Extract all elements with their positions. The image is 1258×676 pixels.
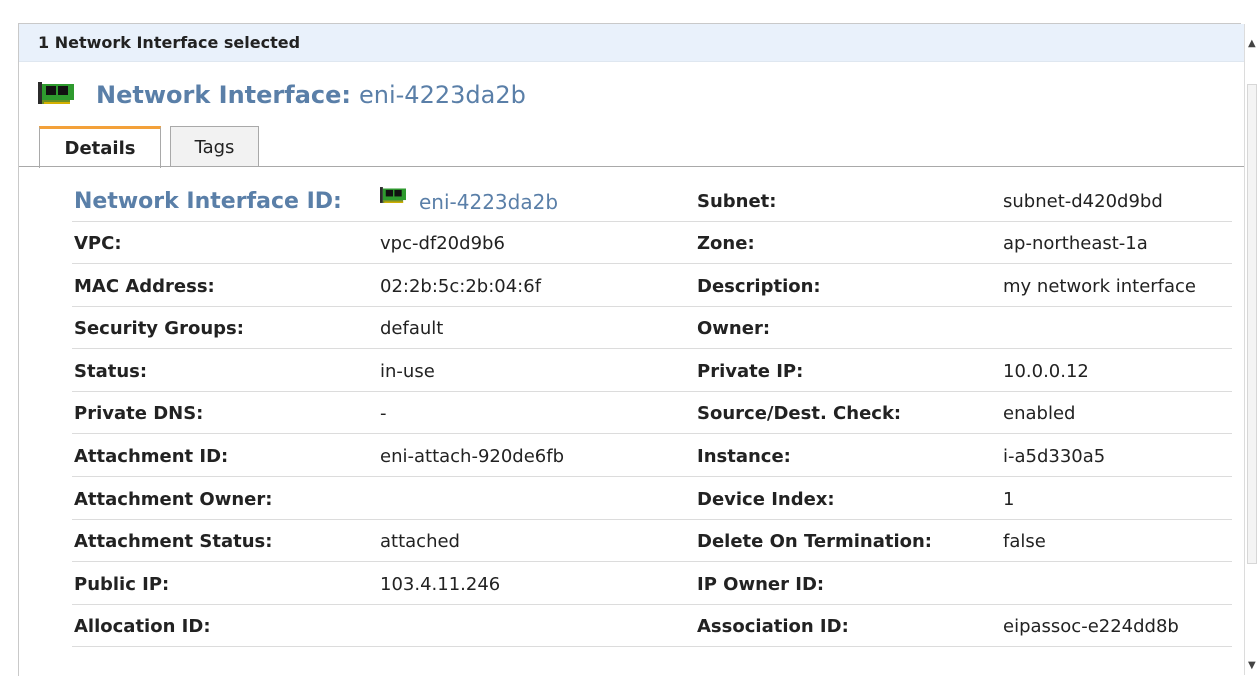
right-row-label: Instance:	[697, 446, 791, 467]
right-row-label: Private IP:	[697, 361, 804, 382]
detail-row: Private IP: 10.0.0.12	[694, 350, 1232, 392]
detail-row: Attachment ID: eni-attach-920de6fb	[72, 435, 694, 477]
detail-row: Delete On Termination: false	[694, 520, 1232, 562]
left-row-value: default	[380, 318, 444, 339]
right-row-value: ap-northeast-1a	[1003, 233, 1148, 254]
right-row-label: Description:	[697, 276, 821, 297]
network-card-icon	[380, 178, 406, 220]
detail-row: Zone: ap-northeast-1a	[694, 222, 1232, 264]
left-row-label: Private DNS:	[74, 403, 204, 424]
left-row-label: Security Groups:	[74, 318, 244, 339]
title-value: eni-4223da2b	[359, 81, 526, 109]
subnet-value: subnet-d420d9bd	[1003, 191, 1163, 212]
right-row-value: eipassoc-e224dd8b	[1003, 616, 1179, 637]
left-row-label: Status:	[74, 361, 148, 382]
right-row-value: enabled	[1003, 403, 1076, 424]
scrollbar-thumb[interactable]	[1247, 84, 1257, 564]
detail-row: Subnet: subnet-d420d9bd	[694, 180, 1232, 222]
subnet-label: Subnet:	[697, 191, 777, 212]
left-row-value: eni-attach-920de6fb	[380, 446, 565, 467]
detail-row: Association ID: eipassoc-e224dd8b	[694, 605, 1232, 647]
title-label: Network Interface:	[96, 81, 351, 109]
right-row-value: my network interface	[1003, 276, 1197, 297]
left-row-label: Attachment Owner:	[74, 489, 273, 510]
right-row-label: IP Owner ID:	[697, 574, 825, 595]
detail-row: Source/Dest. Check: enabled	[694, 392, 1232, 434]
network-interface-id-label: Network Interface ID:	[74, 189, 342, 214]
left-row-label: MAC Address:	[74, 276, 215, 297]
detail-row: Attachment Status: attached	[72, 520, 694, 562]
tab-details-label: Details	[64, 138, 136, 159]
right-row-value: i-a5d330a5	[1003, 446, 1106, 467]
top-strip	[0, 0, 1258, 10]
network-interface-id-value[interactable]: eni-4223da2b	[419, 180, 558, 222]
vertical-scrollbar[interactable]: ▲ ▼	[1244, 24, 1258, 675]
tab-tags[interactable]: Tags	[170, 126, 259, 166]
detail-row: Status: in-use	[72, 350, 694, 392]
left-row-value: 02:2b:5c:2b:04:6f	[380, 276, 542, 297]
scroll-up-icon[interactable]: ▲	[1248, 38, 1256, 49]
detail-row: VPC: vpc-df20d9b6	[72, 222, 694, 264]
left-row-label: Attachment Status:	[74, 531, 273, 552]
right-row-value: 1	[1003, 489, 1015, 510]
left-row-value: vpc-df20d9b6	[380, 233, 505, 254]
detail-row: Instance: i-a5d330a5	[694, 435, 1232, 477]
left-row-label: Attachment ID:	[74, 446, 229, 467]
right-row-label: Zone:	[697, 233, 755, 254]
left-row-value: in-use	[380, 361, 435, 382]
tab-tags-label: Tags	[194, 137, 235, 158]
detail-row: Owner:	[694, 307, 1232, 349]
scroll-down-icon[interactable]: ▼	[1248, 660, 1256, 671]
network-card-icon	[38, 80, 74, 110]
selection-count-text: 1 Network Interface selected	[38, 33, 301, 52]
left-row-label: Public IP:	[74, 574, 170, 595]
detail-row: Public IP: 103.4.11.246	[72, 563, 694, 605]
right-row-label: Device Index:	[697, 489, 835, 510]
detail-row: Private DNS: -	[72, 392, 694, 434]
detail-row: Allocation ID:	[72, 605, 694, 647]
detail-row: Security Groups: default	[72, 307, 694, 349]
detail-row: MAC Address: 02:2b:5c:2b:04:6f	[72, 265, 694, 307]
right-row-value: false	[1003, 531, 1046, 552]
selection-header: 1 Network Interface selected	[19, 24, 1244, 62]
right-row-value: 10.0.0.12	[1003, 361, 1089, 382]
tab-details[interactable]: Details	[39, 126, 161, 168]
right-row-label: Association ID:	[697, 616, 849, 637]
detail-row: IP Owner ID:	[694, 563, 1232, 605]
detail-row: Attachment Owner:	[72, 478, 694, 520]
detail-row: Device Index: 1	[694, 478, 1232, 520]
detail-row: Description: my network interface	[694, 265, 1232, 307]
left-row-value: -	[380, 403, 387, 424]
tab-divider	[19, 166, 1244, 167]
right-row-label: Delete On Termination:	[697, 531, 933, 552]
left-row-label: Allocation ID:	[74, 616, 211, 637]
page-title: Network Interface: eni-4223da2b	[38, 80, 526, 110]
right-row-label: Owner:	[697, 318, 771, 339]
left-row-value: 103.4.11.246	[380, 574, 501, 595]
detail-row: Network Interface ID: eni-4223da2b	[72, 180, 694, 222]
left-row-label: VPC:	[74, 233, 122, 254]
right-row-label: Source/Dest. Check:	[697, 403, 902, 424]
left-row-value: attached	[380, 531, 460, 552]
